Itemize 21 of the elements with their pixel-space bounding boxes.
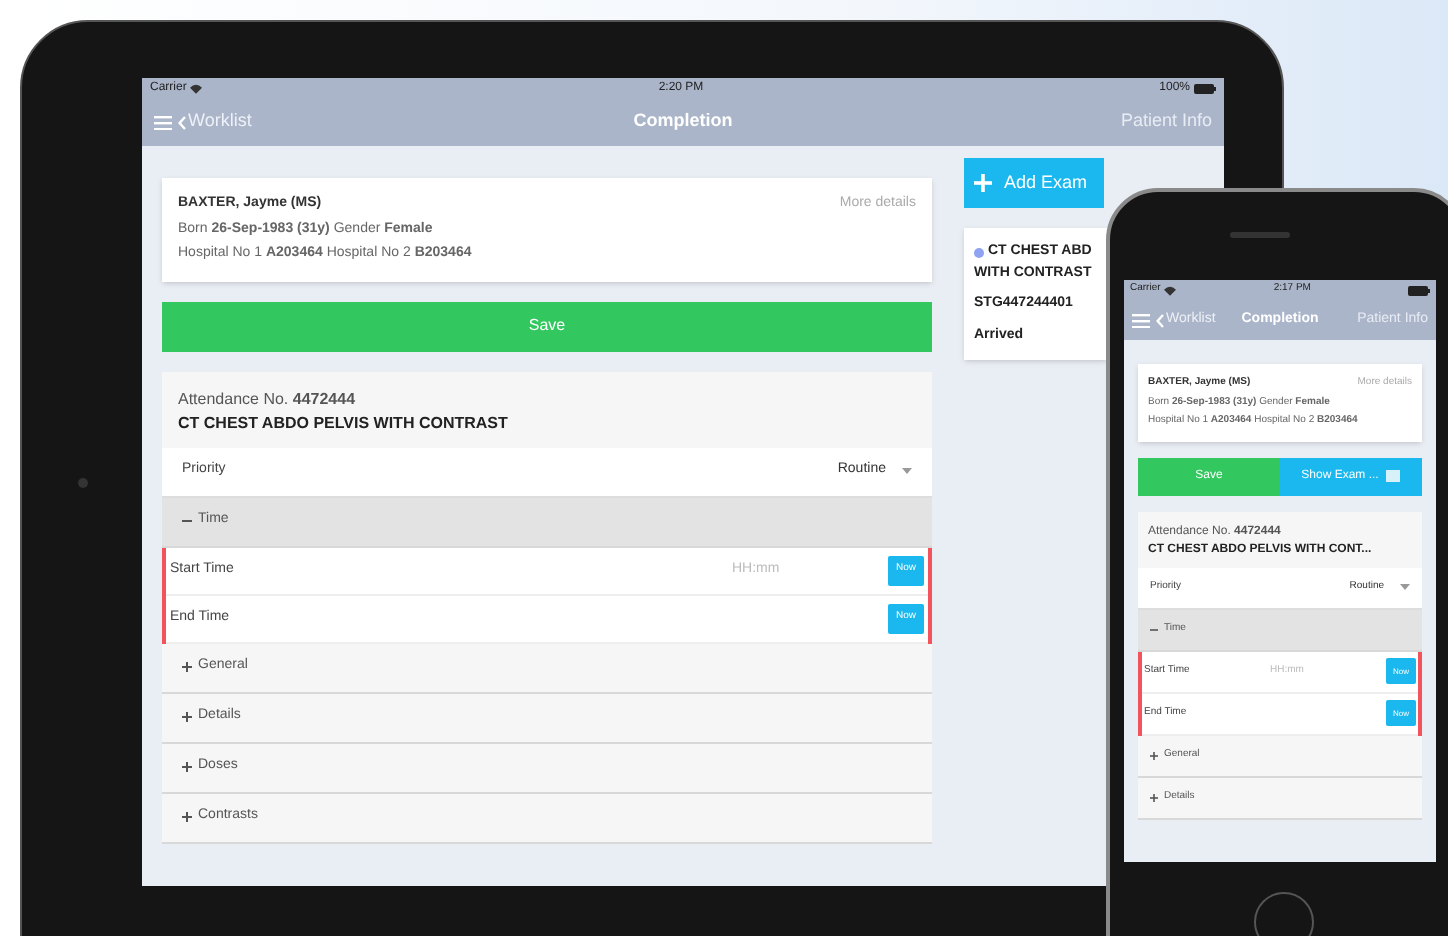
exam-title: CT CHEST ABDO PELVIS WITH CONTRAST <box>178 411 510 435</box>
back-button[interactable]: Worklist <box>178 108 252 136</box>
attendance-number: Attendance No. 4472444 <box>178 387 358 411</box>
plus-icon <box>974 174 992 192</box>
menu-icon[interactable] <box>154 115 172 129</box>
battery-icon <box>1408 285 1430 295</box>
battery-icon <box>1194 83 1216 93</box>
chevron-left-icon <box>178 115 186 129</box>
screen-title: Completion <box>633 108 733 135</box>
wifi-icon <box>190 83 203 93</box>
square-icon <box>1386 470 1401 482</box>
dropdown-caret-icon <box>1400 584 1410 590</box>
patient-info-link[interactable]: Patient Info <box>1120 108 1212 136</box>
menu-icon[interactable] <box>1132 313 1150 327</box>
camera-icon <box>78 478 88 488</box>
wifi-icon <box>1164 285 1177 295</box>
home-button[interactable] <box>1254 892 1314 936</box>
dropdown-caret-icon <box>902 468 912 474</box>
add-exam-button[interactable]: Add Exam <box>964 158 1104 208</box>
save-button[interactable]: Save <box>162 301 932 351</box>
chevron-left-icon <box>1156 313 1164 327</box>
